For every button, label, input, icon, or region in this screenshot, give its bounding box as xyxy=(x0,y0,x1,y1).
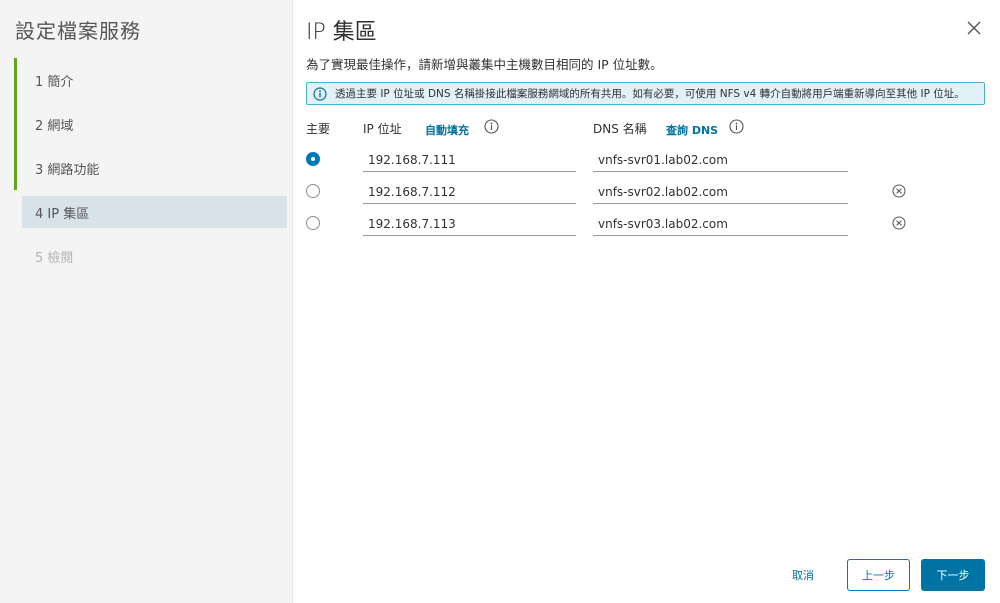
page-subtitle: 為了實現最佳操作，請新增與叢集中主機數目相同的 IP 位址數。 xyxy=(306,57,663,72)
primary-radio[interactable] xyxy=(306,184,320,198)
wizard-step-label: 4 IP 集區 xyxy=(35,206,90,222)
info-icon[interactable] xyxy=(484,119,499,134)
remove-row-icon[interactable] xyxy=(892,216,906,230)
primary-radio[interactable] xyxy=(306,152,320,166)
info-banner-text: 透過主要 IP 位址或 DNS 名稱掛接此檔案服務網域的所有共用。如有必要，可使… xyxy=(335,88,965,100)
wizard-step-ip-pool[interactable]: 4 IP 集區 xyxy=(14,190,287,234)
primary-radio[interactable] xyxy=(306,216,320,230)
wizard-title: 設定檔案服務 xyxy=(15,19,141,43)
ip-pool-row xyxy=(306,212,926,238)
info-circle-icon xyxy=(313,86,327,101)
dns-name-input[interactable] xyxy=(593,212,848,236)
wizard-nav: 設定檔案服務 1 簡介 2 網域 3 網路功能 4 IP 集區 5 檢閱 xyxy=(0,0,293,603)
back-button[interactable]: 上一步 xyxy=(847,559,910,591)
wizard-steps: 1 簡介 2 網域 3 網路功能 4 IP 集區 5 檢閱 xyxy=(14,58,287,278)
info-icon[interactable] xyxy=(729,119,744,134)
wizard-step-label: 5 檢閱 xyxy=(35,250,74,266)
wizard-step-label: 1 簡介 xyxy=(35,74,74,90)
next-button[interactable]: 下一步 xyxy=(921,559,985,591)
autofill-link[interactable]: 自動填充 xyxy=(425,122,469,138)
ip-address-input[interactable] xyxy=(363,148,576,172)
ip-pool-row xyxy=(306,148,926,174)
close-icon[interactable] xyxy=(966,20,982,36)
dns-name-input[interactable] xyxy=(593,180,848,204)
wizard-step-domain[interactable]: 2 網域 xyxy=(14,102,286,146)
info-banner: 透過主要 IP 位址或 DNS 名稱掛接此檔案服務網域的所有共用。如有必要，可使… xyxy=(306,82,985,105)
dns-name-input[interactable] xyxy=(593,148,848,172)
ip-pool-row xyxy=(306,180,926,206)
wizard-step-intro[interactable]: 1 簡介 xyxy=(14,58,286,102)
col-header-primary: 主要 xyxy=(306,122,331,136)
remove-row-icon[interactable] xyxy=(892,184,906,198)
wizard-step-networking[interactable]: 3 網路功能 xyxy=(14,146,286,190)
lookup-dns-link[interactable]: 查詢 DNS xyxy=(666,122,718,138)
wizard-step-label: 3 網路功能 xyxy=(35,162,100,178)
page-title: IP 集區 xyxy=(306,20,377,45)
ip-address-input[interactable] xyxy=(363,212,576,236)
cancel-button[interactable]: 取消 xyxy=(792,567,814,583)
main-content: IP 集區 為了實現最佳操作，請新增與叢集中主機數目相同的 IP 位址數。 透過… xyxy=(306,0,1000,603)
wizard-step-label: 2 網域 xyxy=(35,118,74,134)
wizard-step-review: 5 檢閱 xyxy=(14,234,286,278)
wizard-footer: 取消 上一步 下一步 xyxy=(792,559,985,591)
ip-address-input[interactable] xyxy=(363,180,576,204)
col-header-dns: DNS 名稱 xyxy=(593,122,647,136)
col-header-ip: IP 位址 xyxy=(363,122,402,136)
